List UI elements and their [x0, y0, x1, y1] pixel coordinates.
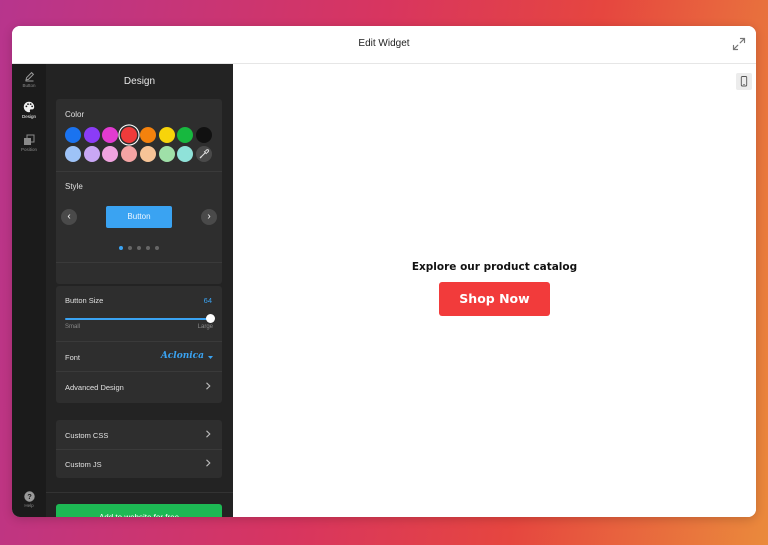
- help-icon: ?: [23, 491, 35, 502]
- panel-separator: [46, 492, 233, 493]
- eyedropper-icon: [199, 149, 210, 159]
- add-to-website-button[interactable]: Add to website for free: [56, 504, 222, 517]
- font-row[interactable]: Font Aclonica: [56, 342, 222, 371]
- preview-canvas: Explore our product catalog Shop Now: [233, 64, 756, 517]
- style-preview-button[interactable]: Button: [106, 206, 172, 228]
- size-slider-thumb[interactable]: [205, 314, 215, 323]
- color-swatch[interactable]: [139, 127, 156, 143]
- layers-icon: [24, 134, 35, 145]
- color-swatch[interactable]: [102, 127, 119, 143]
- size-max-label: Large: [197, 324, 213, 330]
- left-rail: Button Design Position ? Help: [12, 64, 46, 517]
- custom-js-label: Custom JS: [65, 460, 102, 469]
- rail-item-label: Button: [22, 83, 36, 88]
- caret-down-icon: [208, 356, 213, 359]
- palette-icon: [23, 101, 35, 113]
- panel-title: Design: [123, 76, 156, 87]
- divider: [56, 262, 222, 263]
- color-swatch[interactable]: [83, 127, 100, 143]
- chevron-right-icon: [206, 459, 211, 467]
- rail-item-position[interactable]: Position: [12, 134, 46, 152]
- pencil-icon: [24, 71, 34, 82]
- style-page-dot[interactable]: [128, 246, 132, 250]
- color-label: Color: [65, 110, 85, 119]
- title-bar: Edit Widget: [12, 26, 756, 64]
- style-page-dot[interactable]: [146, 246, 150, 250]
- design-settings-card: Color Style ‹ Button ›: [56, 99, 222, 284]
- color-swatch[interactable]: [121, 146, 138, 162]
- style-page-dot[interactable]: [137, 246, 141, 250]
- color-swatch[interactable]: [158, 127, 175, 143]
- chevron-left-icon: ‹: [67, 211, 71, 222]
- font-value[interactable]: Aclonica: [161, 351, 204, 361]
- rail-item-button[interactable]: Button: [12, 71, 46, 88]
- chevron-right-icon: ›: [207, 211, 211, 222]
- font-label: Font: [65, 353, 81, 362]
- divider: [56, 171, 222, 172]
- chevron-right-icon: [206, 430, 211, 438]
- chevron-right-icon: [206, 382, 211, 390]
- rail-help-label: Help: [24, 503, 34, 508]
- rail-item-label: Design: [21, 114, 36, 119]
- style-page-dot[interactable]: [119, 246, 123, 250]
- style-next-button[interactable]: ›: [201, 209, 217, 225]
- color-swatch[interactable]: [158, 146, 175, 162]
- expand-icon[interactable]: [732, 37, 746, 51]
- custom-js-row[interactable]: Custom JS: [56, 449, 222, 478]
- color-swatch[interactable]: [177, 127, 194, 143]
- size-min-label: Small: [65, 324, 81, 330]
- shop-now-button[interactable]: Shop Now: [439, 282, 550, 316]
- eyedropper-button[interactable]: [196, 146, 212, 162]
- color-swatch[interactable]: [177, 146, 194, 162]
- style-page-dot[interactable]: [155, 246, 159, 250]
- rail-item-design[interactable]: Design: [12, 101, 46, 119]
- rail-item-label: Position: [20, 147, 37, 152]
- edit-widget-window: Edit Widget Button Design Position ? Hel…: [12, 26, 756, 517]
- advanced-design-label: Advanced Design: [65, 383, 124, 392]
- color-swatch[interactable]: [102, 146, 119, 162]
- custom-css-row[interactable]: Custom CSS: [56, 420, 222, 449]
- color-swatch[interactable]: [121, 127, 138, 143]
- color-swatch[interactable]: [139, 146, 156, 162]
- color-swatch[interactable]: [65, 146, 81, 162]
- mobile-preview-toggle[interactable]: [736, 73, 752, 90]
- advanced-design-row[interactable]: Advanced Design: [56, 372, 222, 401]
- rail-item-help[interactable]: ? Help: [12, 491, 46, 508]
- design-panel: Design Color Style ‹ Button › Button Siz…: [46, 64, 233, 517]
- style-label: Style: [65, 182, 83, 191]
- preview-heading: Explore our product catalog: [411, 261, 578, 273]
- svg-text:?: ?: [27, 492, 32, 501]
- mobile-phone-icon: [740, 76, 748, 87]
- window-title: Edit Widget: [358, 38, 410, 49]
- style-prev-button[interactable]: ‹: [61, 209, 77, 225]
- custom-code-card: Custom CSS Custom JS: [56, 420, 222, 478]
- color-swatch[interactable]: [195, 127, 212, 143]
- size-slider-area: Small Large Font Aclonica Advanced Desig…: [56, 286, 222, 403]
- custom-css-label: Custom CSS: [65, 431, 109, 440]
- color-swatch[interactable]: [65, 127, 81, 143]
- color-swatch[interactable]: [83, 146, 100, 162]
- size-slider-track[interactable]: [65, 318, 213, 320]
